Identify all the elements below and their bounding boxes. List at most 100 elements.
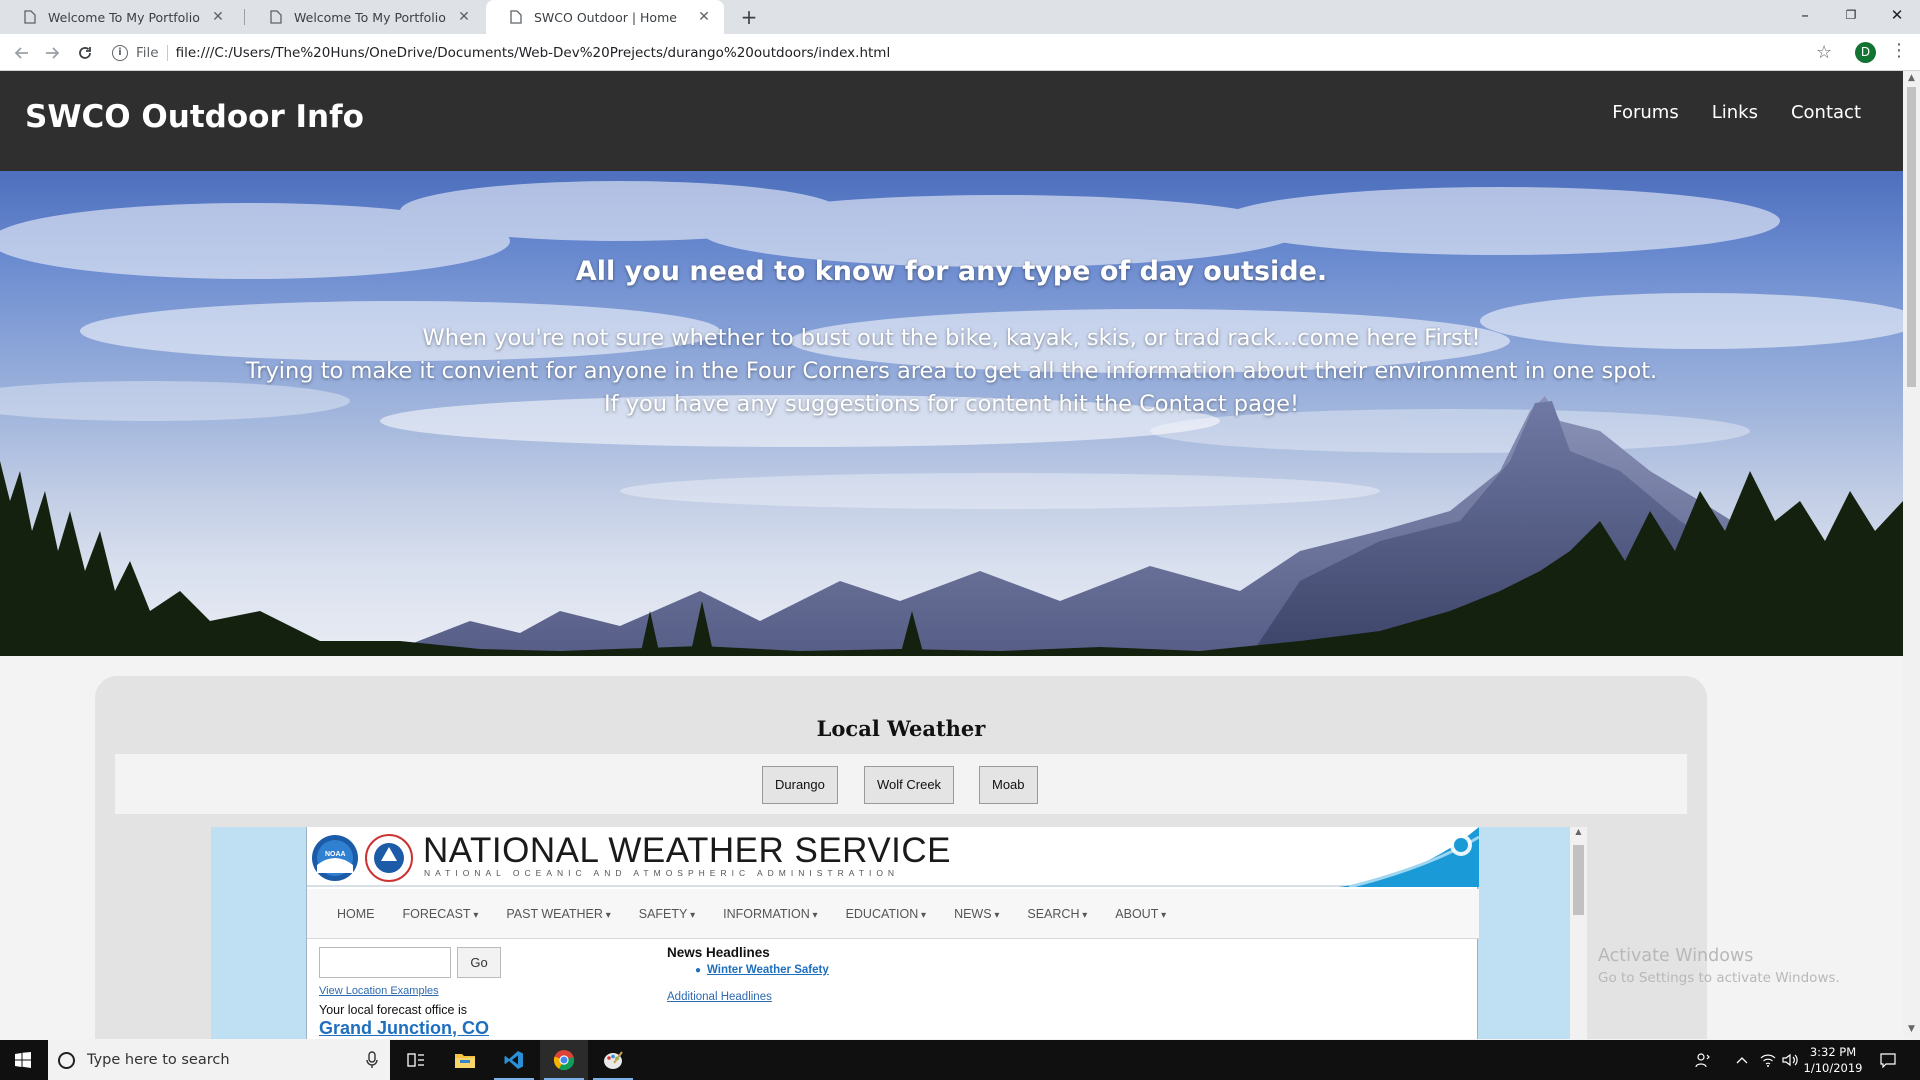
address-bar[interactable]: i File file:///C:/Users/The%20Huns/OneDr… bbox=[112, 38, 1772, 67]
moab-button[interactable]: Moab bbox=[979, 766, 1038, 804]
nws-menu-search[interactable]: SEARCH bbox=[1027, 907, 1087, 921]
people-icon[interactable] bbox=[1695, 1040, 1711, 1080]
forecast-office-link[interactable]: Grand Junction, CO bbox=[319, 1018, 489, 1039]
browser-tab-swco-home[interactable]: SWCO Outdoor | Home ✕ bbox=[486, 0, 724, 34]
close-window-button[interactable]: ✕ bbox=[1874, 0, 1920, 30]
page-icon bbox=[268, 9, 284, 25]
nws-page: NOAA NATIONAL WEATHER SERVICE NATIONAL O… bbox=[306, 827, 1479, 1039]
bullet-icon: ● bbox=[695, 965, 702, 976]
weather-iframe[interactable]: NOAA NATIONAL WEATHER SERVICE NATIONAL O… bbox=[211, 827, 1587, 1039]
scroll-up-arrow-icon[interactable]: ▲ bbox=[1903, 73, 1920, 83]
site-brand[interactable]: SWCO Outdoor Info bbox=[25, 99, 364, 135]
start-button[interactable] bbox=[0, 1040, 46, 1080]
nws-menu-home[interactable]: HOME bbox=[337, 907, 375, 921]
chrome-button[interactable] bbox=[540, 1040, 588, 1080]
tab-label: Welcome To My Portfolio bbox=[294, 9, 446, 25]
show-hidden-icons-chevron-icon[interactable] bbox=[1736, 1040, 1748, 1080]
nav-link-contact[interactable]: Contact bbox=[1791, 102, 1861, 123]
clock-date: 1/10/2019 bbox=[1803, 1061, 1863, 1075]
tab-label: Welcome To My Portfolio bbox=[48, 9, 200, 25]
scroll-down-arrow-icon[interactable]: ▼ bbox=[1903, 1024, 1920, 1034]
local-weather-heading: Local Weather bbox=[816, 716, 986, 741]
task-view-button[interactable] bbox=[392, 1040, 440, 1080]
reload-icon bbox=[79, 47, 91, 59]
cortana-ring-icon bbox=[58, 1051, 75, 1069]
scroll-up-arrow-icon[interactable]: ▲ bbox=[1570, 827, 1587, 836]
taskbar-search-box[interactable]: Type here to search bbox=[48, 1040, 390, 1080]
nws-menu-news[interactable]: NEWS bbox=[954, 907, 999, 921]
nav-link-links[interactable]: Links bbox=[1712, 102, 1758, 123]
forward-button[interactable] bbox=[38, 39, 66, 67]
hero-line-3: If you have any suggestions for content … bbox=[603, 391, 1300, 417]
action-center-icon[interactable] bbox=[1880, 1040, 1896, 1080]
wolf-creek-button[interactable]: Wolf Creek bbox=[864, 766, 955, 804]
nws-menu-about[interactable]: ABOUT bbox=[1115, 907, 1166, 921]
tab-divider bbox=[244, 9, 245, 25]
page-scroll-thumb[interactable] bbox=[1907, 87, 1916, 387]
tab-close-icon[interactable]: ✕ bbox=[696, 9, 712, 25]
browser-toolbar: i File file:///C:/Users/The%20Huns/OneDr… bbox=[0, 34, 1920, 71]
location-button-bar: Durango Wolf Creek Moab bbox=[115, 754, 1687, 814]
nws-menu-safety[interactable]: SAFETY bbox=[639, 907, 695, 921]
winter-weather-safety-link[interactable]: Winter Weather Safety bbox=[707, 964, 829, 976]
site-nav: Forums Links Contact bbox=[1612, 102, 1861, 123]
taskbar-search-placeholder: Type here to search bbox=[87, 1052, 230, 1068]
svg-text:NOAA: NOAA bbox=[325, 851, 346, 858]
watermark-line-2: Go to Settings to activate Windows. bbox=[1598, 970, 1840, 986]
task-view-icon bbox=[407, 1053, 424, 1067]
back-button[interactable] bbox=[8, 39, 36, 67]
windows-logo-icon bbox=[15, 1052, 31, 1068]
file-explorer-button[interactable] bbox=[441, 1040, 489, 1080]
watermark-line-1: Activate Windows bbox=[1598, 946, 1754, 966]
nws-menu-education[interactable]: EDUCATION bbox=[846, 907, 927, 921]
nws-menu: HOME FORECAST PAST WEATHER SAFETY INFORM… bbox=[307, 889, 1479, 939]
vscode-button[interactable] bbox=[490, 1040, 538, 1080]
iframe-scrollbar[interactable]: ▲ bbox=[1570, 827, 1587, 1039]
tab-close-icon[interactable]: ✕ bbox=[456, 9, 472, 25]
nav-link-forums[interactable]: Forums bbox=[1612, 102, 1678, 123]
site-info-icon[interactable]: i bbox=[112, 44, 128, 61]
nws-location-input[interactable] bbox=[319, 947, 451, 978]
tab-label: SWCO Outdoor | Home bbox=[534, 9, 677, 25]
noaa-nws-logos-icon: NOAA bbox=[312, 834, 413, 882]
paint-app-button[interactable] bbox=[589, 1040, 637, 1080]
reload-button[interactable] bbox=[71, 39, 99, 67]
chrome-icon bbox=[553, 1050, 575, 1071]
browser-menu-icon[interactable]: ⋮ bbox=[1890, 40, 1908, 61]
durango-button[interactable]: Durango bbox=[762, 766, 838, 804]
hero-banner: All you need to know for any type of day… bbox=[0, 171, 1903, 656]
nws-menu-forecast[interactable]: FORECAST bbox=[403, 907, 479, 921]
nws-title: NATIONAL WEATHER SERVICE bbox=[423, 831, 952, 870]
nws-subtitle: NATIONAL OCEANIC AND ATMOSPHERIC ADMINIS… bbox=[424, 868, 900, 878]
nws-corner-swoosh-icon bbox=[1339, 827, 1479, 887]
browser-tab-strip: Welcome To My Portfolio ✕ Welcome To My … bbox=[0, 0, 1920, 34]
url-text[interactable]: file:///C:/Users/The%20Huns/OneDrive/Doc… bbox=[176, 45, 891, 61]
profile-avatar[interactable]: D bbox=[1855, 42, 1876, 63]
bookmark-star-icon[interactable]: ☆ bbox=[1816, 42, 1832, 63]
nws-menu-past-weather[interactable]: PAST WEATHER bbox=[506, 907, 610, 921]
minimize-button[interactable]: – bbox=[1782, 0, 1828, 30]
wifi-icon[interactable] bbox=[1760, 1040, 1776, 1080]
back-arrow-icon bbox=[14, 47, 28, 59]
page-scrollbar[interactable]: ▲ ▼ bbox=[1903, 71, 1920, 1039]
page-icon bbox=[22, 9, 38, 25]
additional-headlines-link[interactable]: Additional Headlines bbox=[667, 991, 772, 1003]
page-icon bbox=[508, 9, 524, 25]
nws-go-button[interactable]: Go bbox=[457, 947, 501, 978]
new-tab-button[interactable]: + bbox=[736, 4, 762, 30]
iframe-scroll-thumb[interactable] bbox=[1573, 845, 1584, 915]
activate-windows-watermark: Activate Windows Go to Settings to activ… bbox=[1598, 946, 1840, 986]
nws-banner: NOAA NATIONAL WEATHER SERVICE NATIONAL O… bbox=[307, 827, 1479, 887]
browser-tab-portfolio-2[interactable]: Welcome To My Portfolio ✕ bbox=[246, 0, 484, 34]
browser-tab-portfolio-1[interactable]: Welcome To My Portfolio ✕ bbox=[0, 0, 238, 34]
news-headlines-heading: News Headlines bbox=[667, 945, 770, 960]
view-location-examples-link[interactable]: View Location Examples bbox=[319, 985, 439, 997]
taskbar-clock[interactable]: 3:32 PM 1/10/2019 bbox=[1793, 1044, 1873, 1076]
nws-menu-information[interactable]: INFORMATION bbox=[723, 907, 817, 921]
site-header: SWCO Outdoor Info Forums Links Contact bbox=[0, 71, 1903, 171]
restore-button[interactable]: ❐ bbox=[1828, 0, 1874, 30]
tab-close-icon[interactable]: ✕ bbox=[210, 9, 226, 25]
file-explorer-icon bbox=[455, 1054, 475, 1068]
forward-arrow-icon bbox=[46, 47, 60, 59]
hero-line-2: Trying to make it convient for anyone in… bbox=[245, 358, 1658, 384]
